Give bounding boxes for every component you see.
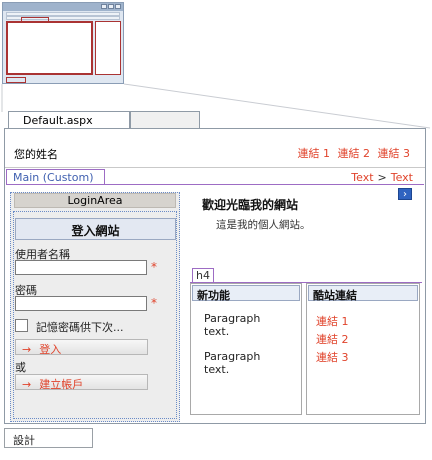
features-title: 新功能 — [192, 285, 300, 302]
welcome-heading: 歡迎光臨我的網站 — [202, 198, 299, 212]
login-area-title: LoginArea — [14, 193, 176, 208]
password-field[interactable] — [15, 296, 147, 311]
username-required-marker: * — [151, 260, 157, 274]
remember-me-label: 記憶密碼供下次... — [36, 321, 124, 334]
tab-label: Default.aspx — [23, 114, 93, 127]
h4-tag[interactable]: h4 — [192, 268, 214, 282]
cool-link-1[interactable]: 連結 1 — [316, 313, 349, 329]
thumbnail-minimize-icon — [101, 4, 107, 9]
main-region-border — [6, 184, 424, 185]
cool-link-2[interactable]: 連結 2 — [316, 331, 349, 347]
arrow-right-icon: → — [22, 343, 32, 356]
header-divider — [5, 167, 425, 168]
welcome-subtitle: 這是我的個人網站。 — [216, 219, 311, 231]
site-name: 您的姓名 — [14, 148, 58, 161]
design-view-tab[interactable]: 設計 — [4, 428, 93, 448]
main-region-tag[interactable]: Main (Custom) — [6, 169, 105, 185]
breadcrumb-item[interactable]: Text — [391, 171, 413, 184]
cool-links-title: 酷站連結 — [308, 285, 418, 302]
header-links: 連結 1 連結 2 連結 3 — [294, 145, 411, 161]
tab-default-aspx[interactable]: Default.aspx — [8, 111, 130, 129]
login-heading: 登入網站 — [15, 218, 176, 240]
register-button-label: 建立帳戶 — [39, 378, 84, 391]
tab-blank[interactable] — [130, 111, 200, 129]
username-field[interactable] — [15, 260, 147, 275]
thumbnail-highlight — [6, 77, 26, 83]
header-link-2[interactable]: 連結 2 — [338, 147, 371, 160]
thumbnail-maximize-icon — [108, 4, 114, 9]
header-link-3[interactable]: 連結 3 — [378, 147, 411, 160]
password-required-marker: * — [151, 296, 157, 310]
breadcrumb-separator: > — [377, 171, 387, 184]
login-button-label: 登入 — [39, 343, 62, 356]
header-link-1[interactable]: 連結 1 — [298, 147, 331, 160]
thumbnail-close-icon — [115, 4, 121, 9]
register-button[interactable]: → 建立帳戶 — [15, 374, 148, 391]
thumbnail-side-area — [95, 21, 121, 75]
page-thumbnail[interactable] — [2, 2, 124, 84]
or-text: 或 — [15, 361, 26, 374]
arrow-right-icon: → — [22, 378, 32, 391]
breadcrumb: Text > Text — [351, 171, 413, 184]
cool-link-3[interactable]: 連結 3 — [316, 349, 349, 365]
login-button[interactable]: → 登入 — [15, 339, 148, 356]
smart-tag-icon[interactable]: › — [398, 188, 412, 200]
breadcrumb-item[interactable]: Text — [351, 171, 373, 184]
features-paragraph: Paragraph text. — [204, 312, 261, 338]
features-paragraph: Paragraph text. — [204, 350, 261, 376]
thumbnail-main-area — [6, 21, 93, 75]
remember-me-checkbox[interactable] — [15, 319, 28, 332]
